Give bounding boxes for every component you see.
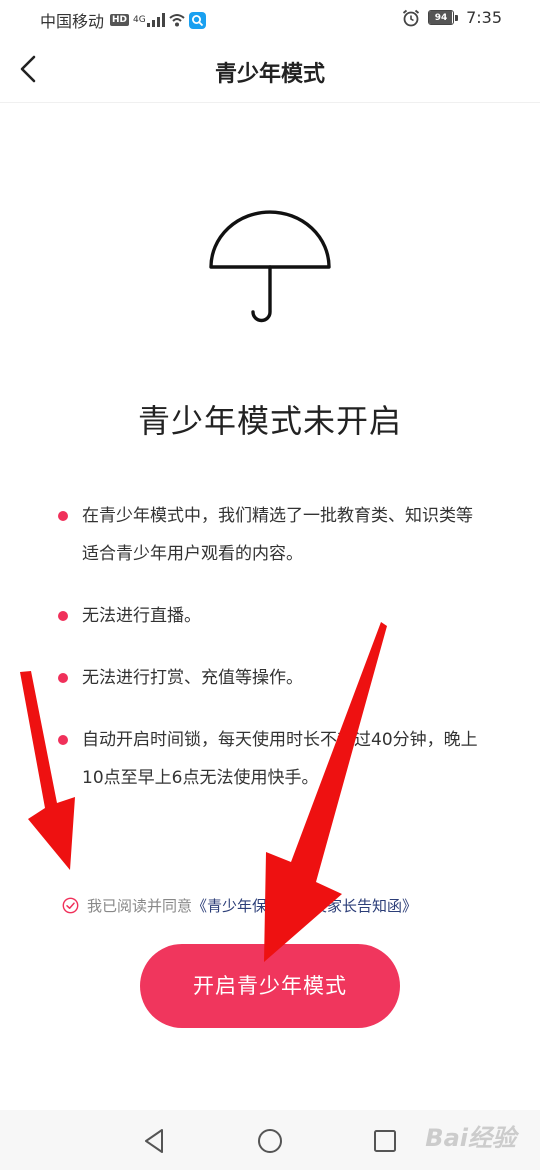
list-item: 在青少年模式中，我们精选了一批教育类、知识类等适合青少年用户观看的内容。 xyxy=(56,497,486,573)
bullet-dot xyxy=(58,511,68,521)
feature-list: 在青少年模式中，我们精选了一批教育类、知识类等适合青少年用户观看的内容。 无法进… xyxy=(56,497,486,821)
list-item-text: 自动开启时间锁，每天使用时长不超过40分钟，晚上10点至早上6点无法使用快手。 xyxy=(82,730,478,788)
hd-badge: HD xyxy=(110,14,130,26)
network-type: 4G xyxy=(133,14,146,25)
clock: 7:35 xyxy=(466,8,502,27)
list-item: 无法进行打赏、充值等操作。 xyxy=(56,659,486,697)
app-screen: 中国移动 HD 4G 94 7:35 青少年模式 青少年模式未开启 在青少年模式… xyxy=(0,0,540,1170)
bullet-dot xyxy=(58,673,68,683)
status-bar-left: 中国移动 HD 4G xyxy=(40,8,207,32)
status-bar: 中国移动 HD 4G 94 7:35 xyxy=(0,0,540,38)
list-item-text: 无法进行打赏、充值等操作。 xyxy=(82,668,303,688)
search-app-icon xyxy=(189,11,207,29)
agreement-row: 我已阅读并同意 《青少年保护协议及家长告知函》 xyxy=(62,895,417,916)
nav-recent-icon[interactable] xyxy=(370,1126,400,1156)
list-item: 无法进行直播。 xyxy=(56,597,486,635)
teen-mode-status: 青少年模式未开启 xyxy=(137,402,402,440)
battery-icon: 94 xyxy=(428,10,455,25)
list-item-text: 在青少年模式中，我们精选了一批教育类、知识类等适合青少年用户观看的内容。 xyxy=(82,506,473,564)
list-item: 自动开启时间锁，每天使用时长不超过40分钟，晚上10点至早上6点无法使用快手。 xyxy=(56,721,486,797)
page-title: 青少年模式 xyxy=(214,62,325,87)
enable-teen-mode-button[interactable]: 开启青少年模式 xyxy=(140,944,400,1028)
wifi-icon xyxy=(169,14,185,27)
agreement-prefix: 我已阅读并同意 xyxy=(87,897,193,915)
watermark: Bai经验 xyxy=(425,1124,516,1152)
umbrella-icon xyxy=(209,210,331,323)
nav-back-icon[interactable] xyxy=(140,1126,170,1156)
bullet-dot xyxy=(58,735,68,745)
status-bar-right: 94 7:35 xyxy=(402,8,502,27)
agreement-link[interactable]: 《青少年保护协议及家长告知函》 xyxy=(192,895,417,916)
bullet-dot xyxy=(58,611,68,621)
battery-level: 94 xyxy=(434,13,448,23)
carrier-name: 中国移动 xyxy=(40,12,105,31)
signal-icon xyxy=(147,13,166,27)
list-item-text: 无法进行直播。 xyxy=(82,606,201,626)
top-app-bar: 青少年模式 xyxy=(0,38,540,103)
check-circle-icon[interactable] xyxy=(62,897,79,914)
nav-home-icon[interactable] xyxy=(255,1126,285,1156)
alarm-icon xyxy=(402,9,420,26)
